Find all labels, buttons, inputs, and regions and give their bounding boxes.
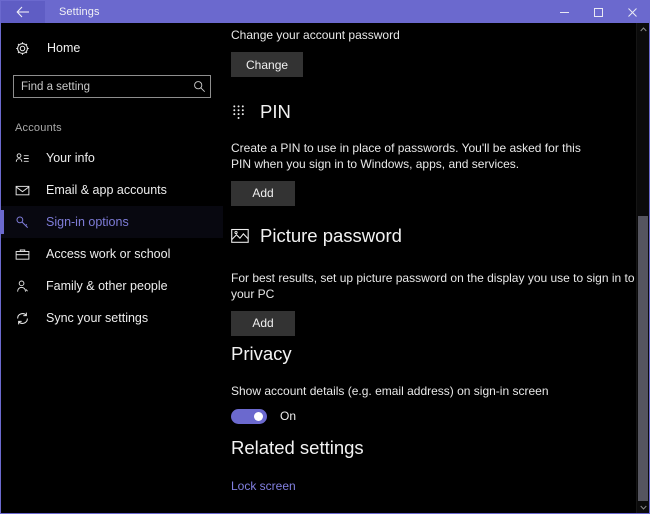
- close-button[interactable]: [615, 1, 649, 23]
- gear-icon: [15, 41, 39, 56]
- title-bar: Settings: [1, 1, 649, 23]
- add-pin-button[interactable]: Add: [231, 181, 295, 206]
- sidebar-item-access-work-or-school[interactable]: Access work or school: [1, 238, 223, 270]
- person-icon: [15, 279, 37, 294]
- sidebar-item-your-info-label: Your info: [37, 151, 95, 165]
- picture-password-section-heading-text: Picture password: [260, 227, 402, 246]
- settings-window: Settings: [0, 0, 650, 514]
- keypad-icon: [231, 104, 255, 121]
- password-section: Change your account password Change: [231, 27, 400, 77]
- maximize-button[interactable]: [581, 1, 615, 23]
- settings-content-pane: Change your account password Change: [223, 23, 649, 513]
- show-account-details-toggle-state: On: [267, 409, 296, 423]
- sidebar-item-sync-your-settings-label: Sync your settings: [37, 311, 148, 325]
- related-settings-heading: Related settings: [231, 439, 364, 458]
- minimize-button[interactable]: [547, 1, 581, 23]
- sidebar-item-your-info[interactable]: Your info: [1, 142, 223, 174]
- sidebar-item-sign-in-options[interactable]: Sign-in options: [1, 206, 223, 238]
- picture-password-section-description: For best results, set up picture passwor…: [231, 270, 649, 302]
- back-button[interactable]: [1, 1, 45, 23]
- password-section-description: Change your account password: [231, 27, 400, 43]
- pin-section: PIN Create a PIN to use in place of pass…: [231, 103, 581, 206]
- title-bar-drag-area: [100, 1, 547, 23]
- sidebar-item-access-work-or-school-label: Access work or school: [37, 247, 170, 261]
- show-account-details-toggle[interactable]: [231, 409, 267, 424]
- content-scrollbar[interactable]: [636, 23, 649, 513]
- minimize-icon: [559, 7, 570, 18]
- chevron-down-icon: [640, 505, 647, 510]
- search-input[interactable]: [14, 81, 188, 93]
- close-icon: [627, 7, 638, 18]
- privacy-section-heading-text: Privacy: [231, 345, 292, 364]
- picture-icon: [231, 228, 255, 244]
- window-body: Home Accounts: [1, 23, 649, 513]
- sidebar-item-home[interactable]: Home: [1, 33, 223, 63]
- sidebar-item-sync-your-settings[interactable]: Sync your settings: [1, 302, 223, 334]
- privacy-section-description: Show account details (e.g. email address…: [231, 383, 549, 399]
- pin-section-heading: PIN: [231, 103, 581, 122]
- sidebar-item-email-and-app-accounts[interactable]: Email & app accounts: [1, 174, 223, 206]
- window-title: Settings: [45, 1, 100, 23]
- maximize-icon: [593, 7, 604, 18]
- user-card-icon: [15, 151, 37, 166]
- chevron-up-icon: [640, 27, 647, 32]
- window-controls: [547, 1, 649, 23]
- pin-section-description-line2: PIN when you sign in to Windows, apps, a…: [231, 156, 581, 172]
- sidebar-group-header: Accounts: [1, 122, 223, 134]
- pin-section-heading-text: PIN: [260, 103, 291, 122]
- change-password-button[interactable]: Change: [231, 52, 303, 77]
- mail-icon: [15, 183, 37, 198]
- picture-password-section: Picture password For best results, set u…: [231, 227, 649, 336]
- show-account-details-toggle-row: On: [231, 409, 549, 424]
- scroll-down-button[interactable]: [637, 501, 649, 513]
- sidebar-item-sign-in-options-label: Sign-in options: [37, 215, 129, 229]
- key-icon: [15, 215, 37, 230]
- add-picture-password-button[interactable]: Add: [231, 311, 295, 336]
- privacy-section-heading: Privacy: [231, 345, 549, 364]
- pin-section-description-line1: Create a PIN to use in place of password…: [231, 140, 581, 156]
- picture-password-section-heading: Picture password: [231, 227, 649, 246]
- sidebar: Home Accounts: [1, 23, 223, 513]
- lock-screen-link[interactable]: Lock screen: [231, 479, 296, 493]
- search-icon[interactable]: [188, 80, 210, 93]
- briefcase-icon: [15, 247, 37, 262]
- sidebar-item-family-and-other-people-label: Family & other people: [37, 279, 168, 293]
- toggle-knob: [254, 412, 263, 421]
- sidebar-item-home-label: Home: [39, 41, 80, 55]
- related-settings-section: Related settings Lock screen: [231, 439, 364, 495]
- sync-icon: [15, 311, 37, 326]
- related-settings-heading-text: Related settings: [231, 439, 364, 458]
- scroll-up-button[interactable]: [637, 23, 649, 35]
- related-settings-links: Lock screen: [231, 477, 364, 495]
- back-arrow-icon: [16, 6, 30, 18]
- scrollbar-thumb[interactable]: [638, 216, 648, 501]
- privacy-section: Privacy Show account details (e.g. email…: [231, 345, 549, 424]
- search-box[interactable]: [13, 75, 211, 98]
- sidebar-item-email-and-app-accounts-label: Email & app accounts: [37, 183, 167, 197]
- sidebar-item-family-and-other-people[interactable]: Family & other people: [1, 270, 223, 302]
